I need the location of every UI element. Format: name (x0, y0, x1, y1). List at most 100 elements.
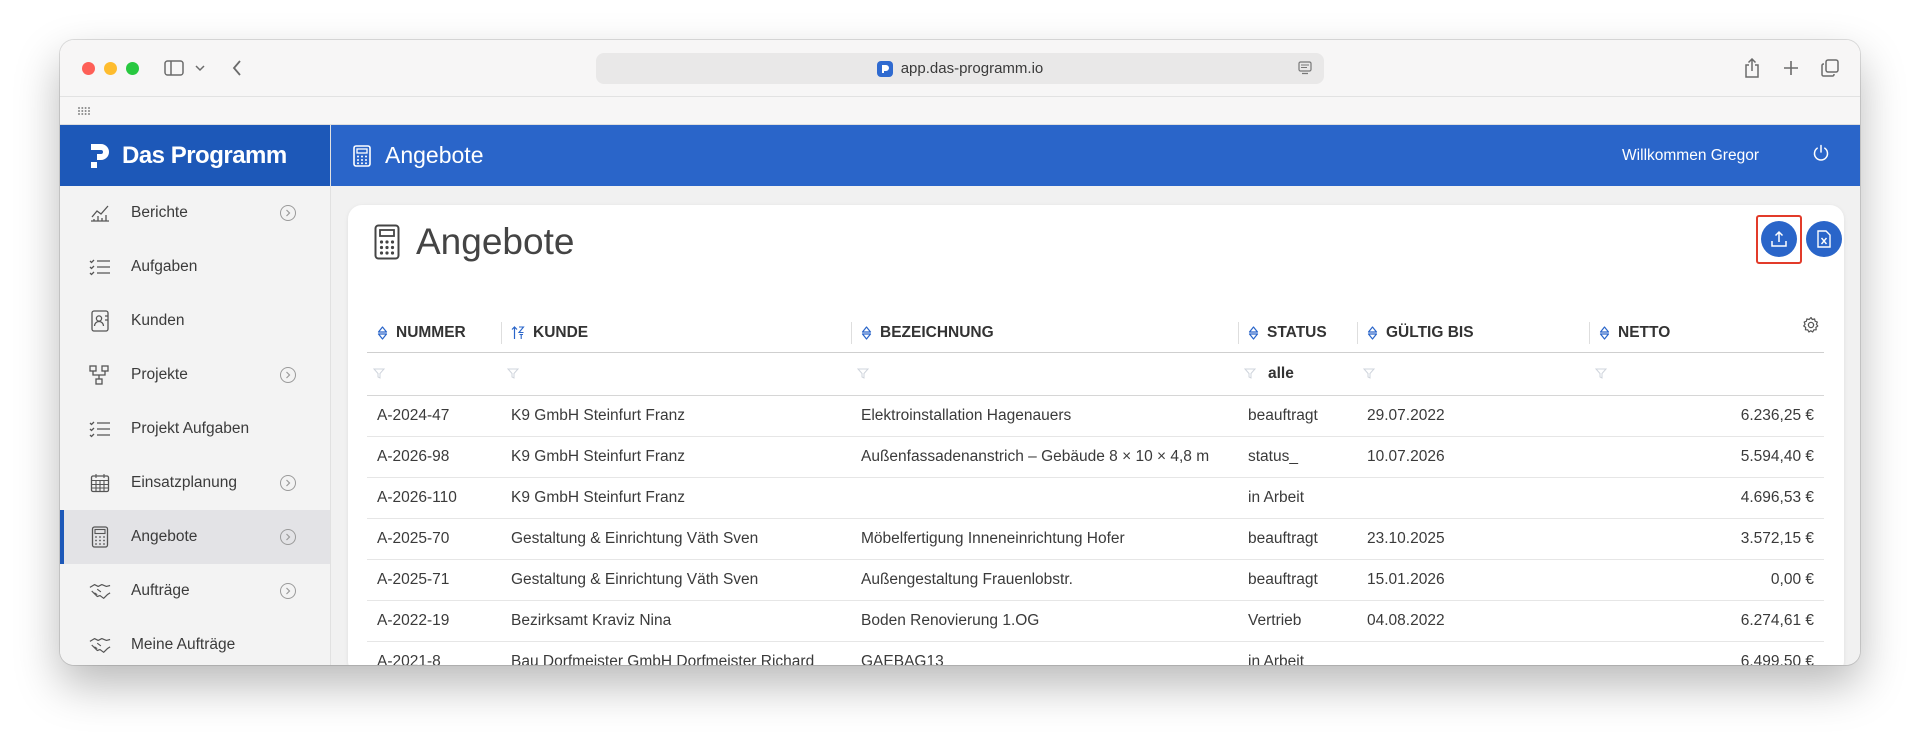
table-row[interactable]: A-2021-8 Bau Dorfmeister GmbH Dorfmeister… (367, 641, 1824, 665)
new-tab-icon[interactable] (1781, 40, 1801, 96)
card-header: Angebote (374, 221, 574, 263)
sidebar-item-projekte[interactable]: Projekte (60, 348, 330, 402)
apps-grid-icon[interactable] (77, 106, 91, 116)
minimize-window-button[interactable] (104, 61, 117, 75)
sidebar-item-projekt-aufgaben[interactable]: Projekt Aufgaben (60, 402, 330, 456)
calendar-icon (89, 472, 111, 494)
upload-icon (1771, 230, 1787, 247)
close-window-button[interactable] (82, 61, 95, 75)
hierarchy-icon (89, 364, 111, 386)
tab-overview-icon[interactable] (1820, 40, 1840, 96)
table-cell: K9 GmbH Steinfurt Franz (501, 436, 851, 478)
filter-icon[interactable] (506, 366, 520, 384)
filter-icon[interactable] (1243, 366, 1257, 384)
table-cell: Vertrieb (1238, 600, 1357, 642)
sidebar-item-label: Projekte (131, 366, 188, 383)
column-filter[interactable] (851, 352, 1238, 396)
filter-icon[interactable] (1362, 366, 1376, 384)
url-text: app.das-programm.io (900, 60, 1044, 77)
column-filter[interactable] (501, 352, 851, 396)
table-cell (1357, 477, 1589, 519)
sidebar-item-berichte[interactable]: Berichte (60, 186, 330, 240)
filter-icon[interactable] (856, 366, 870, 384)
chevron-right-icon[interactable] (280, 529, 296, 545)
table-cell: GAEBAG13 (851, 641, 1238, 665)
sidebar-nav: Berichte Aufgaben Kunden Projekte Projekt Au… (60, 186, 330, 665)
table-row[interactable]: A-2026-98 K9 GmbH Steinfurt Franz Außenfas… (367, 436, 1824, 478)
column-filter[interactable] (367, 352, 501, 396)
table-cell: 6.274,61 € (1589, 600, 1824, 642)
table-cell: Elektroinstallation Hagenauers (851, 395, 1238, 437)
sidebar-item-label: Meine Aufträge (131, 636, 236, 653)
power-icon[interactable] (1812, 144, 1830, 162)
excel-export-button[interactable] (1806, 221, 1842, 257)
upload-button[interactable] (1761, 221, 1797, 257)
column-header-status[interactable]: STATUS (1238, 314, 1357, 353)
main-area: Angebote Willkommen Gregor Angebote NUMM… (331, 125, 1860, 665)
filter-value[interactable]: alle (1268, 365, 1294, 383)
column-header-netto[interactable]: NETTO (1589, 314, 1824, 353)
filter-icon[interactable] (372, 366, 386, 384)
table-body: A-2024-47 K9 GmbH Steinfurt Franz Elektroi… (367, 395, 1824, 665)
sidebar-item-meine-aufträge[interactable]: Meine Aufträge (60, 618, 330, 665)
table-cell: Gestaltung & Einrichtung Väth Sven (501, 518, 851, 560)
column-header-label: GÜLTIG BIS (1386, 323, 1474, 341)
table-cell: beauftragt (1238, 518, 1357, 560)
gear-icon[interactable] (1802, 316, 1820, 339)
column-header-kunde[interactable]: KUNDE (501, 314, 851, 353)
column-header-bezeichnung[interactable]: BEZEICHNUNG (851, 314, 1238, 353)
table-cell: beauftragt (1238, 559, 1357, 601)
table-row[interactable]: A-2024-47 K9 GmbH Steinfurt Franz Elektroi… (367, 395, 1824, 437)
sort-icon[interactable] (861, 326, 872, 340)
sidebar-item-aufträge[interactable]: Aufträge (60, 564, 330, 618)
table-cell (851, 477, 1238, 519)
sidebar-item-kunden[interactable]: Kunden (60, 294, 330, 348)
chart-icon (89, 202, 111, 224)
sidebar-item-label: Projekt Aufgaben (131, 420, 250, 437)
table-row[interactable]: A-2025-71 Gestaltung & Einrichtung Väth S… (367, 559, 1824, 601)
sidebar-item-aufgaben[interactable]: Aufgaben (60, 240, 330, 294)
column-filter[interactable]: alle (1238, 352, 1357, 396)
brand-name: Das Programm (122, 141, 287, 169)
table-cell: A-2025-71 (367, 559, 501, 601)
checklist-icon (89, 418, 111, 440)
sort-icon[interactable] (1248, 326, 1259, 340)
chevron-right-icon[interactable] (280, 367, 296, 383)
sort-alpha-icon[interactable] (511, 325, 525, 340)
reader-icon[interactable] (1298, 61, 1312, 75)
back-icon[interactable] (228, 40, 246, 96)
column-filter[interactable] (1357, 352, 1589, 396)
chevron-right-icon[interactable] (280, 583, 296, 599)
share-icon[interactable] (1742, 40, 1762, 96)
sort-icon[interactable] (1367, 326, 1378, 340)
table-row[interactable]: A-2026-110 K9 GmbH Steinfurt Franz in Arbe… (367, 477, 1824, 519)
sidebar-item-angebote[interactable]: Angebote (60, 510, 330, 564)
sidebar-item-label: Aufgaben (131, 258, 198, 275)
table-cell: A-2021-8 (367, 641, 501, 665)
table-cell: Außenfassadenanstrich – Gebäude 8 × 10 ×… (851, 436, 1238, 478)
column-header-gültig-bis[interactable]: GÜLTIG BIS (1357, 314, 1589, 353)
chevron-right-icon[interactable] (280, 205, 296, 221)
filter-icon[interactable] (1594, 366, 1608, 384)
contact-card-icon (89, 310, 111, 332)
table-cell: status_ (1238, 436, 1357, 478)
chevron-down-icon[interactable] (193, 40, 207, 96)
sidebar-item-einsatzplanung[interactable]: Einsatzplanung (60, 456, 330, 510)
table-row[interactable]: A-2022-19 Bezirksamt Kraviz Nina Boden Ren… (367, 600, 1824, 642)
sidebar-item-label: Angebote (131, 528, 198, 545)
column-header-label: NUMMER (396, 323, 466, 341)
table-cell: Bezirksamt Kraviz Nina (501, 600, 851, 642)
brand-logo[interactable]: Das Programm (60, 125, 330, 186)
chevron-right-icon[interactable] (280, 475, 296, 491)
table-cell: in Arbeit (1238, 641, 1357, 665)
table-row[interactable]: A-2025-70 Gestaltung & Einrichtung Väth S… (367, 518, 1824, 560)
column-header-nummer[interactable]: NUMMER (367, 314, 501, 353)
zoom-window-button[interactable] (126, 61, 139, 75)
sort-icon[interactable] (377, 326, 388, 340)
sidebar-toggle-icon[interactable] (162, 40, 186, 96)
column-filter[interactable] (1589, 352, 1824, 396)
table-cell: A-2025-70 (367, 518, 501, 560)
address-bar[interactable]: app.das-programm.io (596, 53, 1324, 84)
sort-icon[interactable] (1599, 326, 1610, 340)
table-cell: Boden Renovierung 1.OG (851, 600, 1238, 642)
